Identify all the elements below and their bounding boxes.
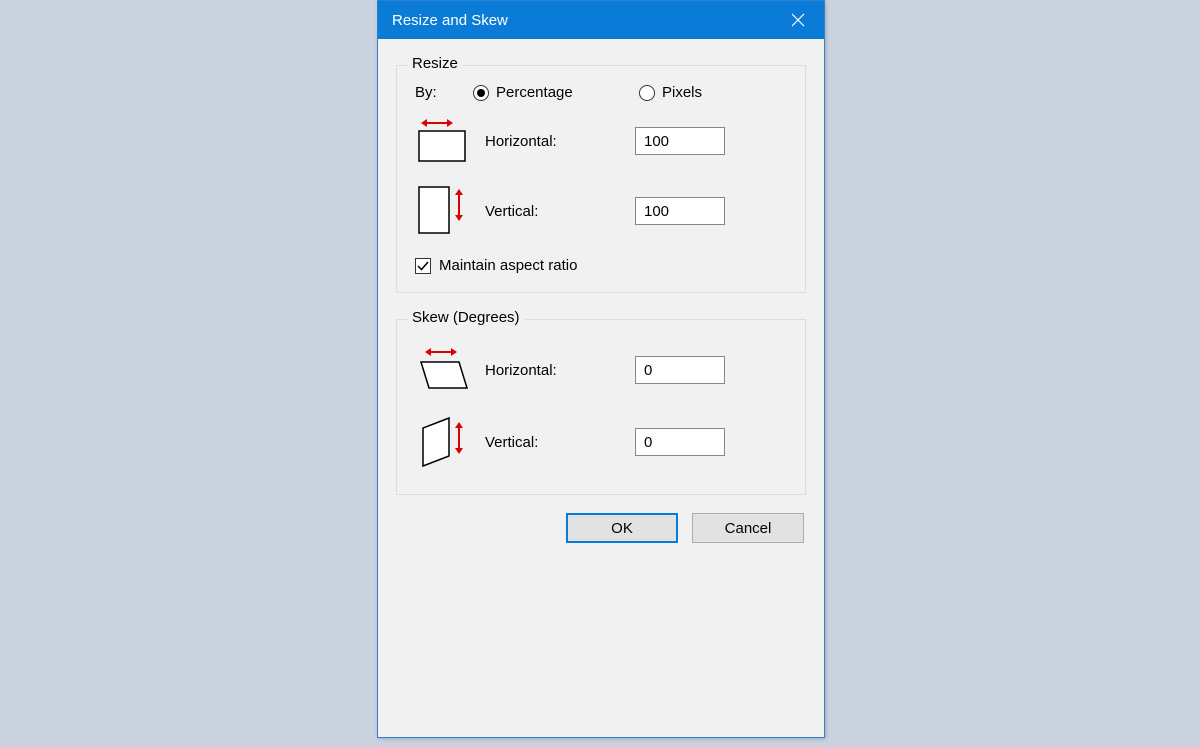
resize-horizontal-icon — [415, 117, 485, 165]
skew-vertical-icon — [415, 414, 485, 470]
percentage-radio-label: Percentage — [496, 84, 573, 101]
skew-horizontal-icon — [415, 344, 485, 396]
cancel-button[interactable]: Cancel — [692, 513, 804, 543]
close-button[interactable] — [772, 1, 824, 39]
resize-by-row: By: Percentage Pixels — [415, 84, 787, 101]
resize-skew-dialog: Resize and Skew Resize By: Percentage Pi… — [377, 0, 825, 738]
skew-group: Skew (Degrees) Horizontal: — [396, 319, 806, 495]
resize-vertical-icon — [415, 183, 485, 239]
percentage-radio[interactable]: Percentage — [473, 84, 621, 101]
checkbox-checked-icon — [415, 258, 431, 274]
radio-selected-icon — [473, 85, 489, 101]
dialog-content: Resize By: Percentage Pixels — [378, 39, 824, 561]
skew-group-label: Skew (Degrees) — [407, 309, 525, 326]
resize-horizontal-row: Horizontal: — [415, 117, 787, 165]
skew-horizontal-row: Horizontal: — [415, 344, 787, 396]
radio-unselected-icon — [639, 85, 655, 101]
skew-horizontal-input[interactable] — [635, 356, 725, 384]
pixels-radio-label: Pixels — [662, 84, 702, 101]
close-icon — [791, 13, 805, 27]
ok-button[interactable]: OK — [566, 513, 678, 543]
resize-vertical-label: Vertical: — [485, 203, 635, 220]
skew-vertical-label: Vertical: — [485, 434, 635, 451]
skew-horizontal-label: Horizontal: — [485, 362, 635, 379]
resize-horizontal-input[interactable] — [635, 127, 725, 155]
resize-vertical-input[interactable] — [635, 197, 725, 225]
button-row: OK Cancel — [396, 513, 806, 543]
maintain-aspect-label: Maintain aspect ratio — [439, 257, 577, 274]
skew-vertical-row: Vertical: — [415, 414, 787, 470]
resize-vertical-row: Vertical: — [415, 183, 787, 239]
dialog-title: Resize and Skew — [392, 12, 508, 29]
resize-horizontal-label: Horizontal: — [485, 133, 635, 150]
skew-vertical-input[interactable] — [635, 428, 725, 456]
titlebar: Resize and Skew — [378, 1, 824, 39]
resize-group-label: Resize — [407, 55, 463, 72]
by-label: By: — [415, 84, 455, 101]
maintain-aspect-row[interactable]: Maintain aspect ratio — [415, 257, 787, 274]
resize-group: Resize By: Percentage Pixels — [396, 65, 806, 293]
pixels-radio[interactable]: Pixels — [639, 84, 787, 101]
